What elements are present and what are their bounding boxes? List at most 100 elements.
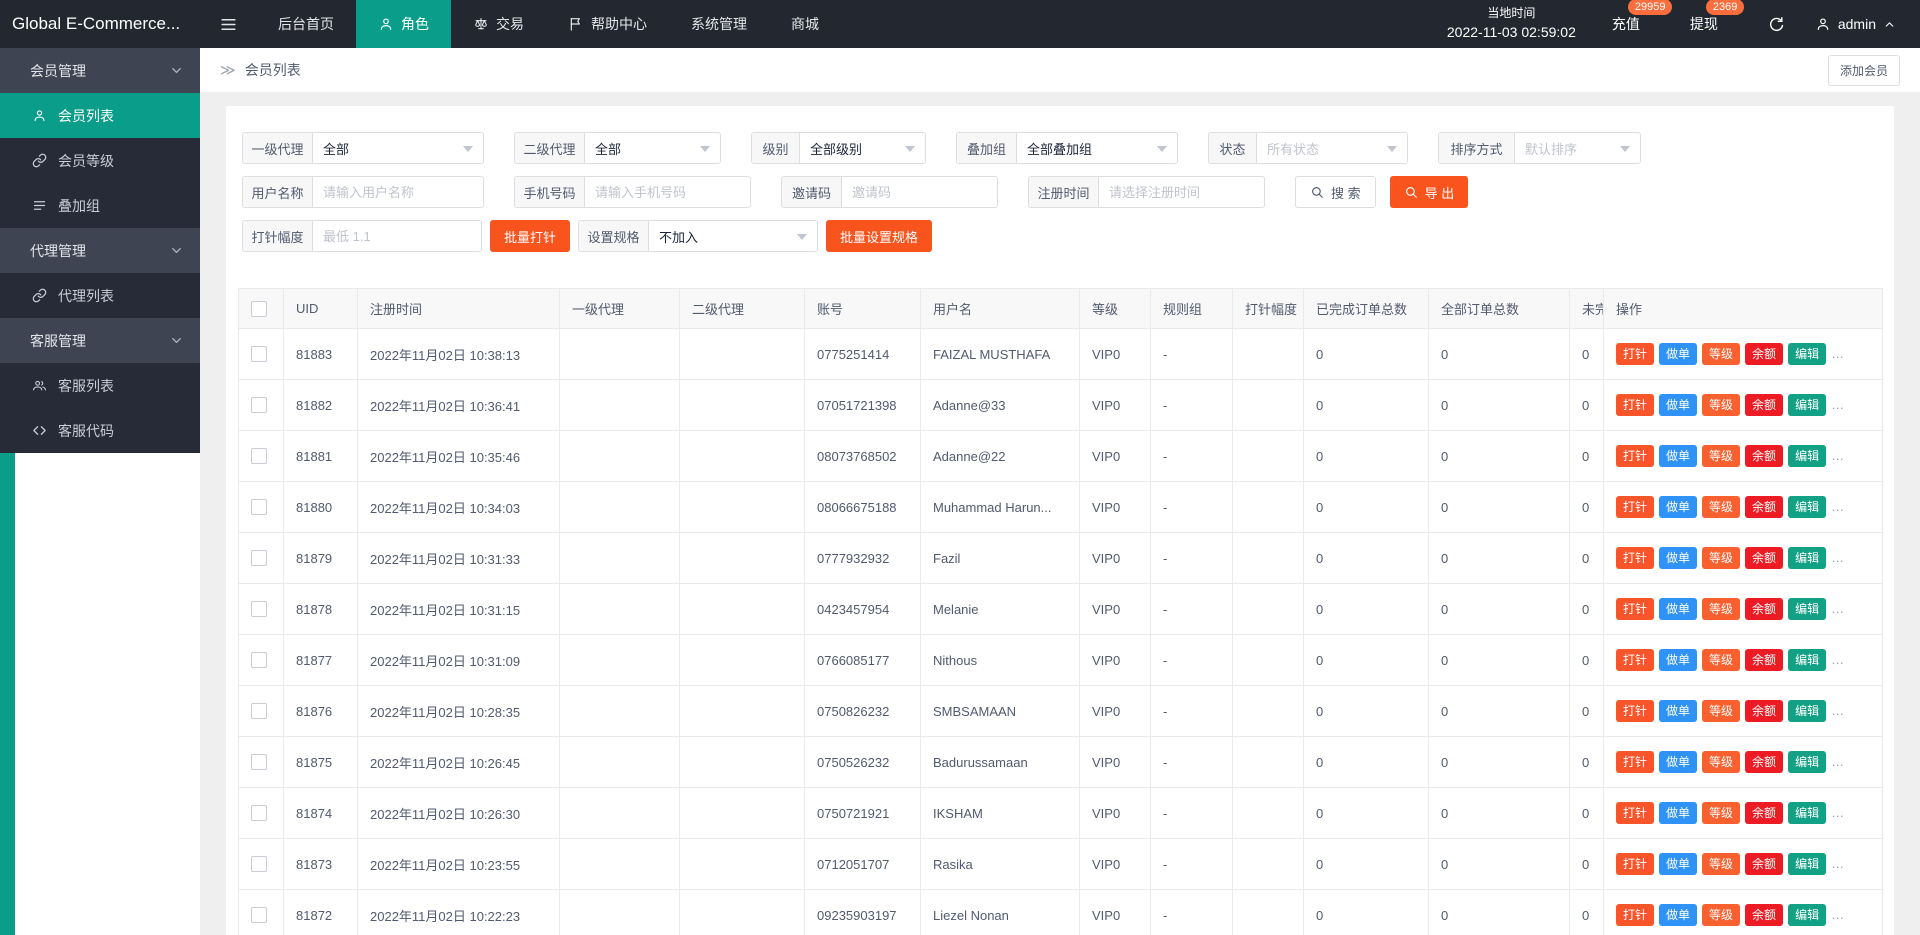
action-balance-button[interactable]: 余额 (1745, 649, 1783, 671)
sidebar-toggle-menu-icon[interactable] (200, 0, 256, 48)
filter-status-select[interactable]: 所有状态 (1257, 133, 1407, 163)
action-balance-button[interactable]: 余额 (1745, 700, 1783, 722)
filter-sort-select[interactable]: 默认排序 (1515, 133, 1640, 163)
action-edit-button[interactable]: 编辑 (1788, 649, 1826, 671)
action-inject-button[interactable]: 打针 (1616, 445, 1654, 467)
sidebar-item-overlay-group[interactable]: 叠加组 (0, 183, 200, 228)
action-level-button[interactable]: 等级 (1702, 751, 1740, 773)
row-checkbox[interactable] (251, 499, 267, 515)
action-order-button[interactable]: 做单 (1659, 853, 1697, 875)
action-balance-button[interactable]: 余额 (1745, 343, 1783, 365)
action-edit-button[interactable]: 编辑 (1788, 751, 1826, 773)
filter-agent2-select[interactable]: 全部 (585, 133, 720, 163)
recharge-link[interactable]: 充值 29959 (1612, 14, 1640, 34)
action-inject-button[interactable]: 打针 (1616, 904, 1654, 926)
action-order-button[interactable]: 做单 (1659, 904, 1697, 926)
action-inject-button[interactable]: 打针 (1616, 394, 1654, 416)
row-checkbox[interactable] (251, 703, 267, 719)
action-inject-button[interactable]: 打针 (1616, 547, 1654, 569)
action-balance-button[interactable]: 余额 (1745, 802, 1783, 824)
add-member-button[interactable]: 添加会员 (1828, 55, 1900, 86)
filter-agent1-select[interactable]: 全部 (313, 133, 483, 163)
action-edit-button[interactable]: 编辑 (1788, 853, 1826, 875)
withdraw-link[interactable]: 提现 2369 (1690, 14, 1718, 34)
more-actions-button[interactable]: … (1831, 907, 1845, 922)
more-actions-button[interactable]: … (1831, 550, 1845, 565)
row-checkbox[interactable] (251, 601, 267, 617)
sidebar-group-service-management[interactable]: 客服管理 (0, 318, 200, 363)
action-order-button[interactable]: 做单 (1659, 343, 1697, 365)
row-checkbox[interactable] (251, 346, 267, 362)
more-actions-button[interactable]: … (1831, 601, 1845, 616)
action-balance-button[interactable]: 余额 (1745, 394, 1783, 416)
action-level-button[interactable]: 等级 (1702, 649, 1740, 671)
row-checkbox[interactable] (251, 448, 267, 464)
sidebar-item-service-code[interactable]: 客服代码 (0, 408, 200, 453)
action-balance-button[interactable]: 余额 (1745, 496, 1783, 518)
spec-select[interactable]: 不加入 (649, 221, 817, 251)
action-edit-button[interactable]: 编辑 (1788, 343, 1826, 365)
nav-item-help[interactable]: 帮助中心 (546, 0, 669, 48)
nav-item-system[interactable]: 系统管理 (669, 0, 769, 48)
action-level-button[interactable]: 等级 (1702, 547, 1740, 569)
action-balance-button[interactable]: 余额 (1745, 547, 1783, 569)
amplitude-input[interactable] (313, 222, 481, 251)
action-order-button[interactable]: 做单 (1659, 598, 1697, 620)
action-inject-button[interactable]: 打针 (1616, 853, 1654, 875)
action-inject-button[interactable]: 打针 (1616, 802, 1654, 824)
batch-inject-button[interactable]: 批量打针 (490, 220, 570, 252)
action-level-button[interactable]: 等级 (1702, 802, 1740, 824)
search-button[interactable]: 搜 索 (1295, 176, 1376, 208)
action-edit-button[interactable]: 编辑 (1788, 904, 1826, 926)
action-inject-button[interactable]: 打针 (1616, 598, 1654, 620)
more-actions-button[interactable]: … (1831, 652, 1845, 667)
action-balance-button[interactable]: 余额 (1745, 598, 1783, 620)
action-order-button[interactable]: 做单 (1659, 649, 1697, 671)
action-order-button[interactable]: 做单 (1659, 547, 1697, 569)
filter-phone-input[interactable] (585, 178, 750, 207)
sidebar-group-agent-management[interactable]: 代理管理 (0, 228, 200, 273)
action-order-button[interactable]: 做单 (1659, 394, 1697, 416)
action-edit-button[interactable]: 编辑 (1788, 445, 1826, 467)
row-checkbox[interactable] (251, 397, 267, 413)
action-balance-button[interactable]: 余额 (1745, 904, 1783, 926)
more-actions-button[interactable]: … (1831, 448, 1845, 463)
more-actions-button[interactable]: … (1831, 856, 1845, 871)
select-all-checkbox[interactable] (251, 301, 267, 317)
row-checkbox[interactable] (251, 550, 267, 566)
sidebar-group-member-management[interactable]: 会员管理 (0, 48, 200, 93)
action-level-button[interactable]: 等级 (1702, 394, 1740, 416)
action-order-button[interactable]: 做单 (1659, 802, 1697, 824)
batch-spec-button[interactable]: 批量设置规格 (826, 220, 932, 252)
refresh-icon[interactable] (1768, 16, 1785, 33)
action-order-button[interactable]: 做单 (1659, 445, 1697, 467)
sidebar-item-agent-list[interactable]: 代理列表 (0, 273, 200, 318)
more-actions-button[interactable]: … (1831, 703, 1845, 718)
action-balance-button[interactable]: 余额 (1745, 445, 1783, 467)
nav-item-trade[interactable]: 交易 (451, 0, 546, 48)
filter-invite-code-input[interactable] (842, 178, 997, 207)
action-balance-button[interactable]: 余额 (1745, 853, 1783, 875)
action-inject-button[interactable]: 打针 (1616, 751, 1654, 773)
nav-item-role[interactable]: 角色 (356, 0, 451, 48)
action-edit-button[interactable]: 编辑 (1788, 394, 1826, 416)
action-edit-button[interactable]: 编辑 (1788, 547, 1826, 569)
action-level-button[interactable]: 等级 (1702, 853, 1740, 875)
action-edit-button[interactable]: 编辑 (1788, 496, 1826, 518)
action-level-button[interactable]: 等级 (1702, 598, 1740, 620)
action-edit-button[interactable]: 编辑 (1788, 598, 1826, 620)
more-actions-button[interactable]: … (1831, 397, 1845, 412)
action-inject-button[interactable]: 打针 (1616, 649, 1654, 671)
filter-reg-time-input[interactable] (1099, 178, 1264, 207)
filter-level-select[interactable]: 全部级别 (800, 133, 925, 163)
action-inject-button[interactable]: 打针 (1616, 343, 1654, 365)
action-inject-button[interactable]: 打针 (1616, 700, 1654, 722)
nav-item-mall[interactable]: 商城 (769, 0, 841, 48)
sidebar-item-member-level[interactable]: 会员等级 (0, 138, 200, 183)
row-checkbox[interactable] (251, 805, 267, 821)
nav-item-home[interactable]: 后台首页 (256, 0, 356, 48)
action-inject-button[interactable]: 打针 (1616, 496, 1654, 518)
action-balance-button[interactable]: 余额 (1745, 751, 1783, 773)
action-level-button[interactable]: 等级 (1702, 904, 1740, 926)
user-menu[interactable]: admin (1815, 16, 1896, 32)
